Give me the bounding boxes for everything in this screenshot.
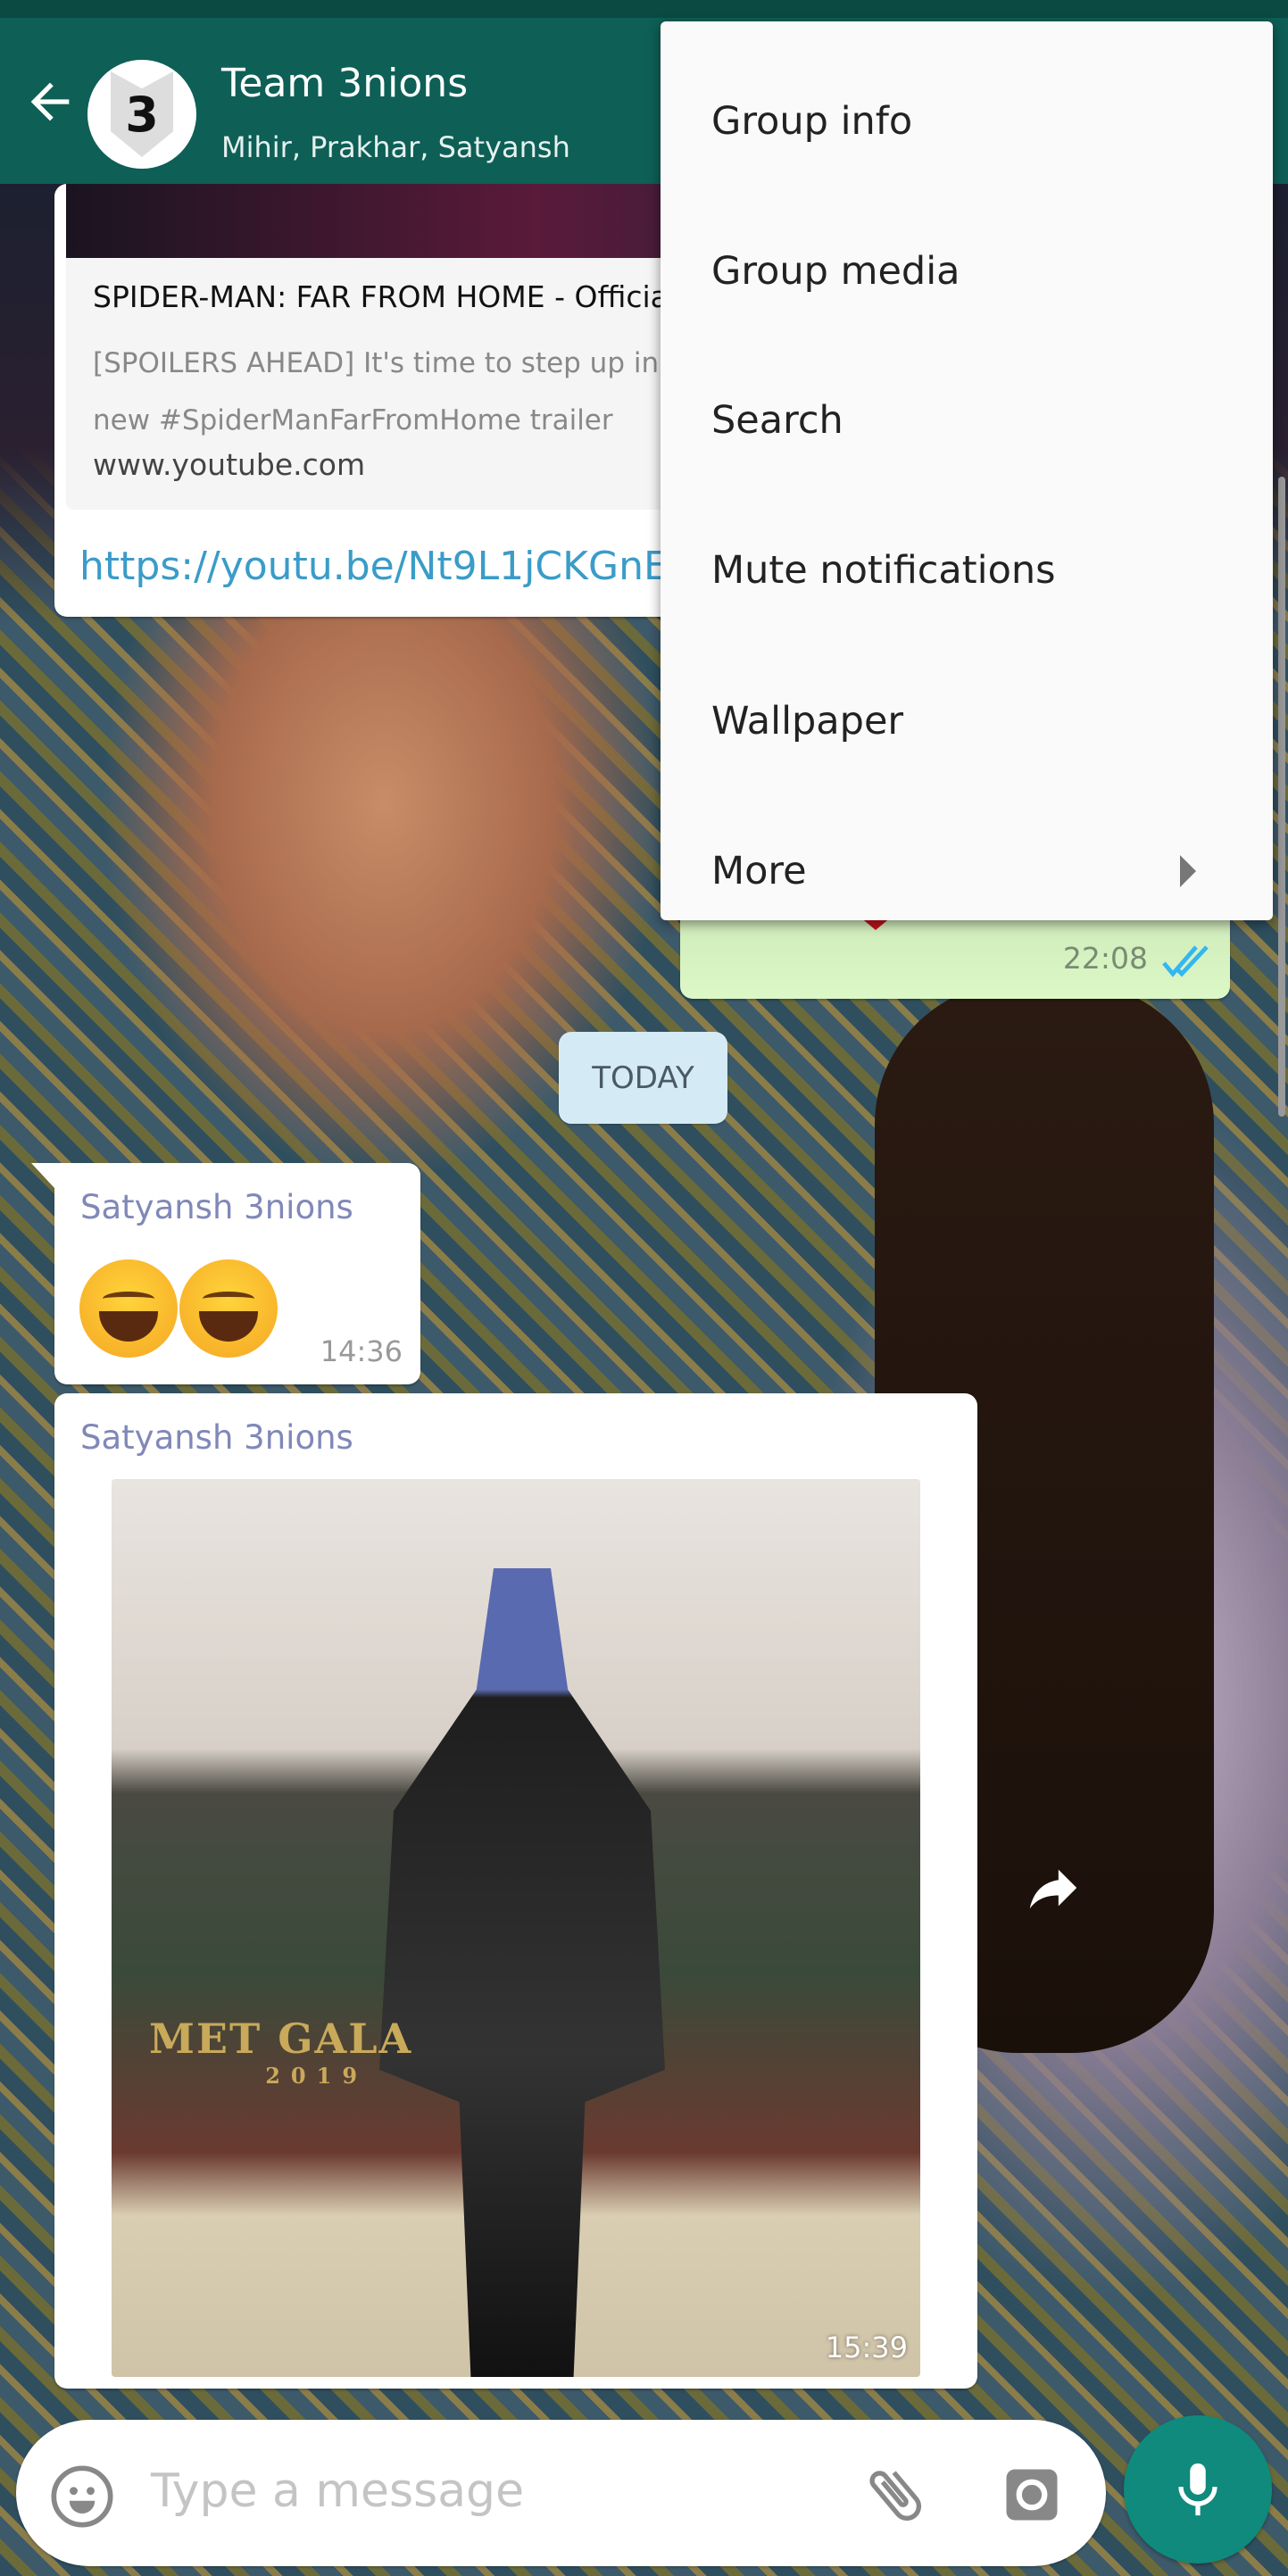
bubble-tail: [31, 1163, 54, 1188]
message-link[interactable]: https://youtu.be/Nt9L1jCKGnE: [79, 544, 669, 589]
menu-item-more[interactable]: More: [661, 796, 1273, 946]
submenu-arrow-icon: [1180, 855, 1196, 887]
menu-item-mute-notifications[interactable]: Mute notifications: [661, 495, 1273, 645]
message-composer: Type a message: [16, 2420, 1106, 2566]
menu-item-label: Group info: [711, 99, 913, 144]
menu-item-label: Search: [711, 398, 843, 443]
incoming-message[interactable]: Satyansh 3nions 😂😂 14:36: [31, 1163, 420, 1384]
menu-item-label: Group media: [711, 249, 960, 294]
image-lettering: MET GALA 2019: [149, 2015, 413, 2089]
menu-item-wallpaper[interactable]: Wallpaper: [661, 646, 1273, 796]
message-image[interactable]: MET GALA 2019 15:39: [112, 1479, 920, 2377]
message-time: 15:39: [825, 2331, 908, 2364]
camera-icon[interactable]: [998, 2461, 1066, 2532]
menu-item-label: More: [711, 849, 807, 893]
microphone-icon: [1178, 2463, 1217, 2516]
overflow-menu: Group info Group media Search Mute notif…: [661, 21, 1273, 920]
message-time: 14:36: [320, 1334, 403, 1368]
double-check-icon: [1160, 943, 1210, 979]
menu-item-label: Wallpaper: [711, 699, 904, 744]
menu-item-group-media[interactable]: Group media: [661, 196, 1273, 346]
tears-of-joy-emoji-icon: [179, 1259, 278, 1358]
sender-name[interactable]: Satyansh 3nions: [80, 1418, 353, 1457]
message-input[interactable]: Type a message: [151, 2464, 524, 2518]
sender-name[interactable]: Satyansh 3nions: [80, 1188, 353, 1226]
incoming-image-message[interactable]: Satyansh 3nions MET GALA 2019 15:39: [54, 1393, 977, 2389]
voice-record-button[interactable]: [1124, 2415, 1272, 2564]
group-avatar[interactable]: 3: [87, 60, 196, 169]
menu-item-search[interactable]: Search: [661, 345, 1273, 495]
message-emoji: [79, 1259, 279, 1371]
status-bar: [0, 0, 1288, 18]
tears-of-joy-emoji-icon: [79, 1259, 178, 1358]
emoji-icon[interactable]: [48, 2463, 116, 2534]
date-divider: TODAY: [559, 1032, 727, 1124]
avatar-logo: 3: [111, 71, 173, 157]
forward-icon[interactable]: [1018, 1857, 1089, 1919]
image-figure: [379, 1568, 665, 2377]
back-arrow-icon[interactable]: [21, 73, 79, 130]
scrollbar[interactable]: [1278, 477, 1285, 1117]
group-title[interactable]: Team 3nions: [221, 61, 468, 106]
menu-item-label: Mute notifications: [711, 548, 1056, 593]
menu-item-group-info[interactable]: Group info: [661, 46, 1273, 196]
group-members: Mihir, Prakhar, Satyansh: [221, 130, 570, 164]
attach-paperclip-icon[interactable]: [860, 2459, 931, 2534]
